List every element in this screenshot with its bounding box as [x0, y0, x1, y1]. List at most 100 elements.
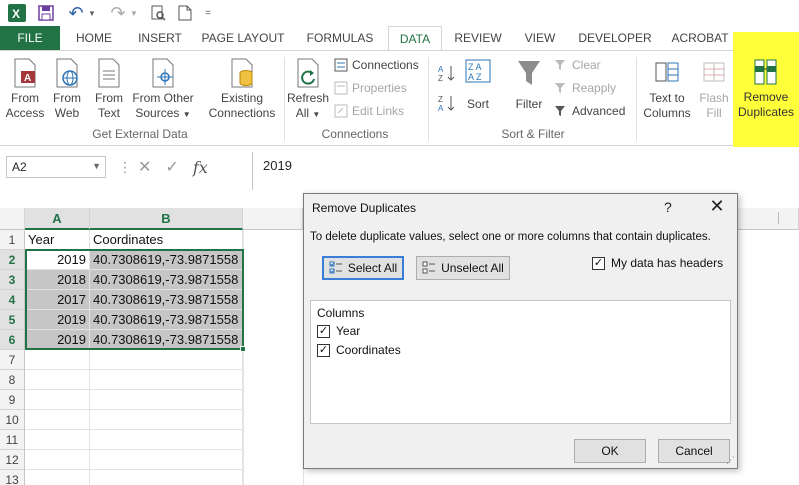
ok-button[interactable]: OK — [574, 439, 646, 463]
existing-connections-button[interactable]: Existing Connections — [204, 57, 280, 121]
tab-formulas[interactable]: FORMULAS — [298, 26, 382, 50]
cell-b[interactable]: 40.7308619,-73.9871558 — [90, 290, 243, 310]
tab-developer[interactable]: DEVELOPER — [574, 26, 656, 50]
enter-icon[interactable]: ✓ — [165, 157, 178, 177]
cell-a[interactable] — [25, 390, 90, 410]
cell-a[interactable]: 2019 — [25, 330, 90, 350]
insert-function-icon[interactable]: fx — [193, 158, 208, 177]
row-header[interactable]: 13 — [0, 470, 25, 485]
properties-button[interactable]: Properties — [334, 78, 407, 98]
cell-a[interactable]: 2019 — [25, 310, 90, 330]
text-to-columns-button[interactable]: Text to Columns — [640, 57, 694, 121]
cell-a[interactable] — [25, 410, 90, 430]
sort-a-to-z-button[interactable]: AZ — [438, 63, 456, 83]
cancel-icon[interactable]: ✕ — [138, 157, 151, 177]
cell-a[interactable] — [25, 370, 90, 390]
cell-a[interactable] — [25, 470, 90, 485]
sort-z-to-a-button[interactable]: ZA — [438, 93, 456, 113]
customize-toolbar-icon[interactable]: = — [202, 3, 214, 23]
cell-b[interactable]: 40.7308619,-73.9871558 — [90, 270, 243, 290]
checkbox-checked-icon[interactable]: ✓ — [317, 343, 330, 357]
from-text-button[interactable]: From Text — [90, 57, 128, 121]
cell-b[interactable] — [90, 410, 243, 430]
tab-file[interactable]: FILE — [0, 26, 60, 50]
cancel-button[interactable]: Cancel — [658, 439, 730, 463]
redo-dropdown-icon[interactable]: ▼ — [128, 3, 140, 23]
cell-b[interactable]: 40.7308619,-73.9871558 — [90, 330, 243, 350]
row-header[interactable]: 10 — [0, 410, 25, 430]
column-option-year[interactable]: ✓ Year — [317, 324, 360, 338]
reapply-button[interactable]: Reapply — [554, 78, 616, 98]
row-header[interactable]: 8 — [0, 370, 25, 390]
tab-view[interactable]: VIEW — [516, 26, 564, 50]
from-web-button[interactable]: From Web — [48, 57, 86, 121]
row-header[interactable]: 6 — [0, 330, 25, 350]
from-other-sources-button[interactable]: From Other Sources ▼ — [130, 57, 196, 122]
undo-icon[interactable]: ↶ — [66, 3, 86, 23]
fill-handle[interactable] — [240, 346, 246, 352]
row-header[interactable]: 4 — [0, 290, 25, 310]
cell-b[interactable] — [90, 390, 243, 410]
filter-button[interactable]: Filter — [510, 57, 548, 112]
checkbox-checked-icon[interactable]: ✓ — [317, 324, 330, 338]
resize-grip-icon[interactable]: ⋰ — [726, 455, 735, 466]
print-preview-icon[interactable] — [148, 3, 168, 23]
cell-b[interactable]: 40.7308619,-73.9871558 — [90, 250, 243, 270]
row-header[interactable]: 11 — [0, 430, 25, 450]
select-all-corner[interactable] — [0, 208, 25, 230]
tab-page-layout[interactable]: PAGE LAYOUT — [198, 26, 288, 50]
connections-button[interactable]: Connections — [334, 55, 419, 75]
undo-dropdown-icon[interactable]: ▼ — [86, 3, 98, 23]
tab-home[interactable]: HOME — [66, 26, 122, 50]
tab-data[interactable]: DATA — [388, 26, 442, 51]
row-header[interactable]: 2 — [0, 250, 25, 270]
cell-a[interactable]: 2017 — [25, 290, 90, 310]
cell-b[interactable] — [90, 430, 243, 450]
chevron-down-icon[interactable]: ▼ — [92, 161, 101, 171]
column-header-b[interactable]: B — [90, 208, 243, 230]
cell-a[interactable]: 2018 — [25, 270, 90, 290]
cell-b[interactable] — [90, 350, 243, 370]
column-header-h[interactable] — [737, 208, 799, 230]
cell-b[interactable] — [90, 370, 243, 390]
column-option-coordinates[interactable]: ✓ Coordinates — [317, 343, 401, 357]
column-header-c[interactable] — [243, 208, 303, 230]
remove-duplicates-button[interactable]: Remove Duplicates — [736, 56, 796, 120]
my-data-has-headers-checkbox[interactable]: ✓ My data has headers — [592, 256, 723, 270]
help-icon[interactable]: ? — [664, 199, 672, 215]
cell-b[interactable] — [90, 450, 243, 470]
formula-bar-grip[interactable]: ⋮ — [118, 159, 132, 176]
new-document-icon[interactable] — [176, 3, 194, 23]
flash-fill-button[interactable]: Flash Fill — [696, 57, 732, 121]
row-header[interactable]: 9 — [0, 390, 25, 410]
edit-links-button[interactable]: Edit Links — [334, 101, 404, 121]
cell-b[interactable]: Coordinates — [90, 230, 243, 250]
sort-button[interactable]: Z AA Z Sort — [462, 57, 494, 112]
row-header[interactable]: 5 — [0, 310, 25, 330]
column-header-a[interactable]: A — [25, 208, 90, 230]
cell-a[interactable]: Year — [25, 230, 90, 250]
cell-a[interactable] — [25, 430, 90, 450]
refresh-all-button[interactable]: Refresh All ▼ — [286, 57, 330, 122]
save-icon[interactable] — [36, 3, 56, 23]
row-header[interactable]: 3 — [0, 270, 25, 290]
advanced-button[interactable]: Advanced — [554, 101, 625, 121]
from-access-button[interactable]: A From Access — [4, 57, 46, 121]
cell-a[interactable] — [25, 350, 90, 370]
redo-icon[interactable]: ↷ — [108, 3, 128, 23]
select-all-button[interactable]: Select All — [322, 256, 404, 280]
row-header[interactable]: 7 — [0, 350, 25, 370]
cell-b[interactable] — [90, 470, 243, 485]
checkbox-checked-icon[interactable]: ✓ — [592, 256, 605, 270]
clear-button[interactable]: Clear — [554, 55, 601, 75]
cell-a[interactable] — [25, 450, 90, 470]
cell-a[interactable]: 2019 — [25, 250, 90, 270]
row-header[interactable]: 1 — [0, 230, 25, 250]
formula-input[interactable]: 2019 — [252, 152, 799, 190]
cell-b[interactable]: 40.7308619,-73.9871558 — [90, 310, 243, 330]
tab-acrobat[interactable]: ACROBAT — [664, 26, 736, 50]
close-icon[interactable]: ✕ — [706, 196, 728, 217]
name-box[interactable]: A2 ▼ — [6, 156, 106, 178]
tab-review[interactable]: REVIEW — [450, 26, 506, 50]
row-header[interactable]: 12 — [0, 450, 25, 470]
